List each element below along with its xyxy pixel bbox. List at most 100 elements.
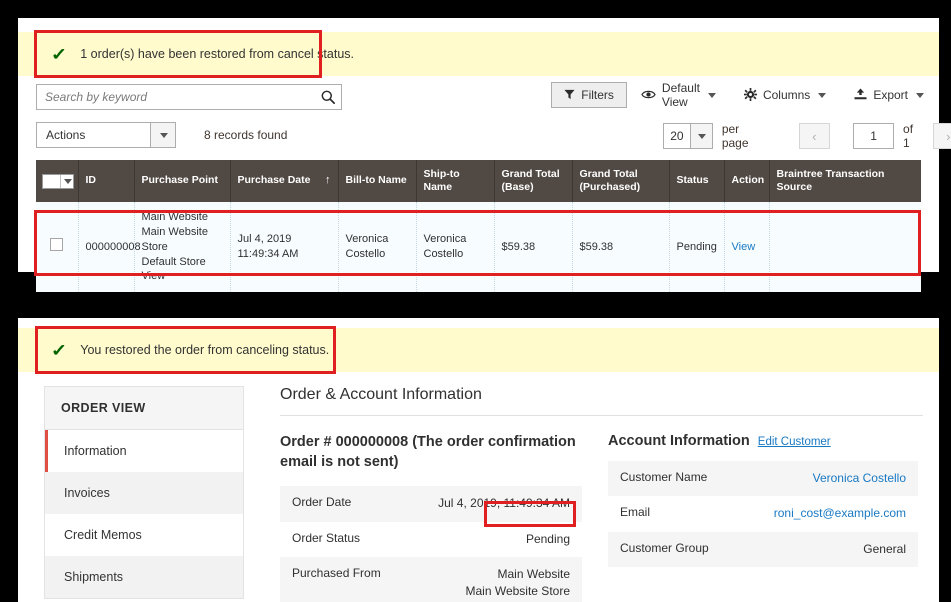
select-all-dropdown[interactable] [42, 174, 74, 189]
search-input-wrapper[interactable] [36, 84, 342, 110]
actions-label: Actions [37, 128, 150, 142]
cell-bill-to-name: Veronica Costello [338, 202, 416, 292]
search-input[interactable] [37, 90, 315, 104]
columns-menu[interactable]: Columns [730, 84, 840, 106]
customer-group-value: General [757, 532, 918, 567]
check-icon: ✓ [51, 46, 67, 63]
sidebar-item-invoices[interactable]: Invoices [45, 472, 243, 514]
cell-ship-to-name: Veronica Costello [416, 202, 494, 292]
sidebar-item-information[interactable]: Information [45, 430, 243, 472]
column-header-status[interactable]: Status [669, 160, 724, 202]
grid-toolbar: Filters Default View [558, 80, 938, 110]
gear-icon [744, 88, 757, 103]
order-view-panel: ✓ You restored the order from canceling … [18, 318, 939, 602]
row-checkbox-cell[interactable] [36, 202, 78, 292]
success-message-banner: ✓ 1 order(s) have been restored from can… [18, 32, 939, 76]
customer-name-link[interactable]: Veronica Costello [813, 471, 906, 485]
account-information-heading: Account Information [608, 433, 750, 449]
filters-button[interactable]: Filters [551, 82, 627, 108]
columns-label: Columns [763, 88, 810, 102]
per-page-label: per page [722, 122, 765, 150]
select-all-header[interactable] [36, 160, 78, 202]
default-view-menu[interactable]: Default View [627, 84, 730, 106]
customer-name-cell[interactable]: Veronica Costello [757, 461, 918, 496]
chevron-down-icon [916, 93, 924, 98]
purchased-from-row: Purchased From Main Website Main Website… [280, 557, 582, 602]
sidebar-item-credit-memos[interactable]: Credit Memos [45, 514, 243, 556]
table-row[interactable]: 000000008 Main Website Main Website Stor… [36, 202, 921, 292]
order-date-value: Jul 4, 2019, 11:49:34 AM [425, 486, 582, 521]
cell-grand-total-base: $59.38 [494, 202, 572, 292]
actions-dropdown[interactable]: Actions [36, 122, 176, 148]
per-page-value: 20 [664, 129, 690, 143]
customer-group-row: Customer Group General [608, 532, 918, 567]
cell-action[interactable]: View [724, 202, 769, 292]
customer-email-link[interactable]: roni_cost@example.com [774, 506, 906, 520]
previous-page-button[interactable]: ‹ [799, 123, 830, 149]
pager: 20 per page ‹ 1 of 1 › [663, 122, 951, 150]
column-header-bill-to-name[interactable]: Bill-to Name [338, 160, 416, 202]
orders-table: ID Purchase Point ↑ Purchase Date Bill-t… [36, 160, 921, 292]
per-page-dropdown[interactable]: 20 [663, 123, 713, 149]
table-header-row: ID Purchase Point ↑ Purchase Date Bill-t… [36, 160, 921, 202]
order-information-table: Order Date Jul 4, 2019, 11:49:34 AM Orde… [280, 486, 582, 602]
export-label: Export [873, 88, 908, 102]
order-view-sidebar: ORDER VIEW Information Invoices Credit M… [44, 386, 244, 599]
chevron-down-icon[interactable] [150, 123, 175, 147]
sidebar-item-shipments[interactable]: Shipments [45, 556, 243, 598]
sidebar-title: ORDER VIEW [45, 387, 243, 430]
success-message-text-2: You restored the order from canceling st… [80, 343, 329, 357]
customer-email-label: Email [608, 496, 757, 531]
column-header-purchase-point[interactable]: Purchase Point [134, 160, 230, 202]
customer-name-row: Customer Name Veronica Costello [608, 461, 918, 496]
page-title: Order & Account Information [280, 386, 923, 416]
column-header-action: Action [724, 160, 769, 202]
order-status-value: Pending [425, 522, 582, 557]
column-header-braintree-transaction-source[interactable]: Braintree Transaction Source [769, 160, 921, 202]
row-checkbox[interactable] [50, 238, 63, 251]
cell-id: 000000008 [78, 202, 134, 292]
chevron-down-icon [708, 93, 716, 98]
next-page-button[interactable]: › [933, 123, 951, 149]
purchased-from-value: Main Website Main Website Store Default … [425, 557, 582, 602]
purchased-from-label: Purchased From [280, 557, 425, 602]
cell-status: Pending [669, 202, 724, 292]
view-order-link[interactable]: View [732, 241, 756, 253]
success-message-banner-2: ✓ You restored the order from canceling … [18, 328, 939, 372]
order-date-label: Order Date [280, 486, 425, 521]
cell-purchase-date: Jul 4, 2019 11:49:34 AM [230, 202, 338, 292]
default-view-label: Default View [662, 81, 700, 109]
sort-ascending-icon: ↑ [325, 174, 331, 188]
export-menu[interactable]: Export [840, 84, 938, 106]
filters-label: Filters [581, 88, 614, 102]
column-header-purchase-date[interactable]: ↑ Purchase Date [230, 160, 338, 202]
order-status-label: Order Status [280, 522, 425, 557]
column-header-grand-total-base[interactable]: Grand Total (Base) [494, 160, 572, 202]
records-found-text: 8 records found [204, 128, 287, 142]
order-view-main: Order & Account Information Order # 0000… [263, 386, 923, 602]
eye-icon [641, 89, 656, 102]
account-information-block: Account Information Edit Customer Custom… [608, 433, 918, 602]
funnel-icon [564, 89, 575, 102]
export-icon [854, 88, 867, 102]
check-icon: ✓ [51, 342, 67, 359]
page-total-label: of 1 [903, 122, 921, 150]
column-header-grand-total-purchased[interactable]: Grand Total (Purchased) [572, 160, 669, 202]
chevron-down-icon[interactable] [690, 124, 712, 148]
customer-email-cell[interactable]: roni_cost@example.com [757, 496, 918, 531]
column-header-ship-to-name[interactable]: Ship-to Name [416, 160, 494, 202]
order-status-row: Order Status Pending [280, 522, 582, 557]
column-header-id[interactable]: ID [78, 160, 134, 202]
order-date-row: Order Date Jul 4, 2019, 11:49:34 AM [280, 486, 582, 521]
order-information-block: Order # 000000008 (The order confirmatio… [280, 433, 582, 602]
customer-email-row: Email roni_cost@example.com [608, 496, 918, 531]
edit-customer-link[interactable]: Edit Customer [758, 436, 831, 448]
success-message-text: 1 order(s) have been restored from cance… [80, 47, 354, 61]
search-icon[interactable] [315, 85, 341, 109]
chevron-down-icon [818, 93, 826, 98]
orders-grid-panel: ✓ 1 order(s) have been restored from can… [18, 18, 939, 272]
cell-purchase-point: Main Website Main Website Store Default … [134, 202, 230, 292]
page-number-input[interactable]: 1 [853, 123, 894, 149]
account-information-table: Customer Name Veronica Costello Email ro… [608, 461, 918, 567]
cell-grand-total-purchased: $59.38 [572, 202, 669, 292]
